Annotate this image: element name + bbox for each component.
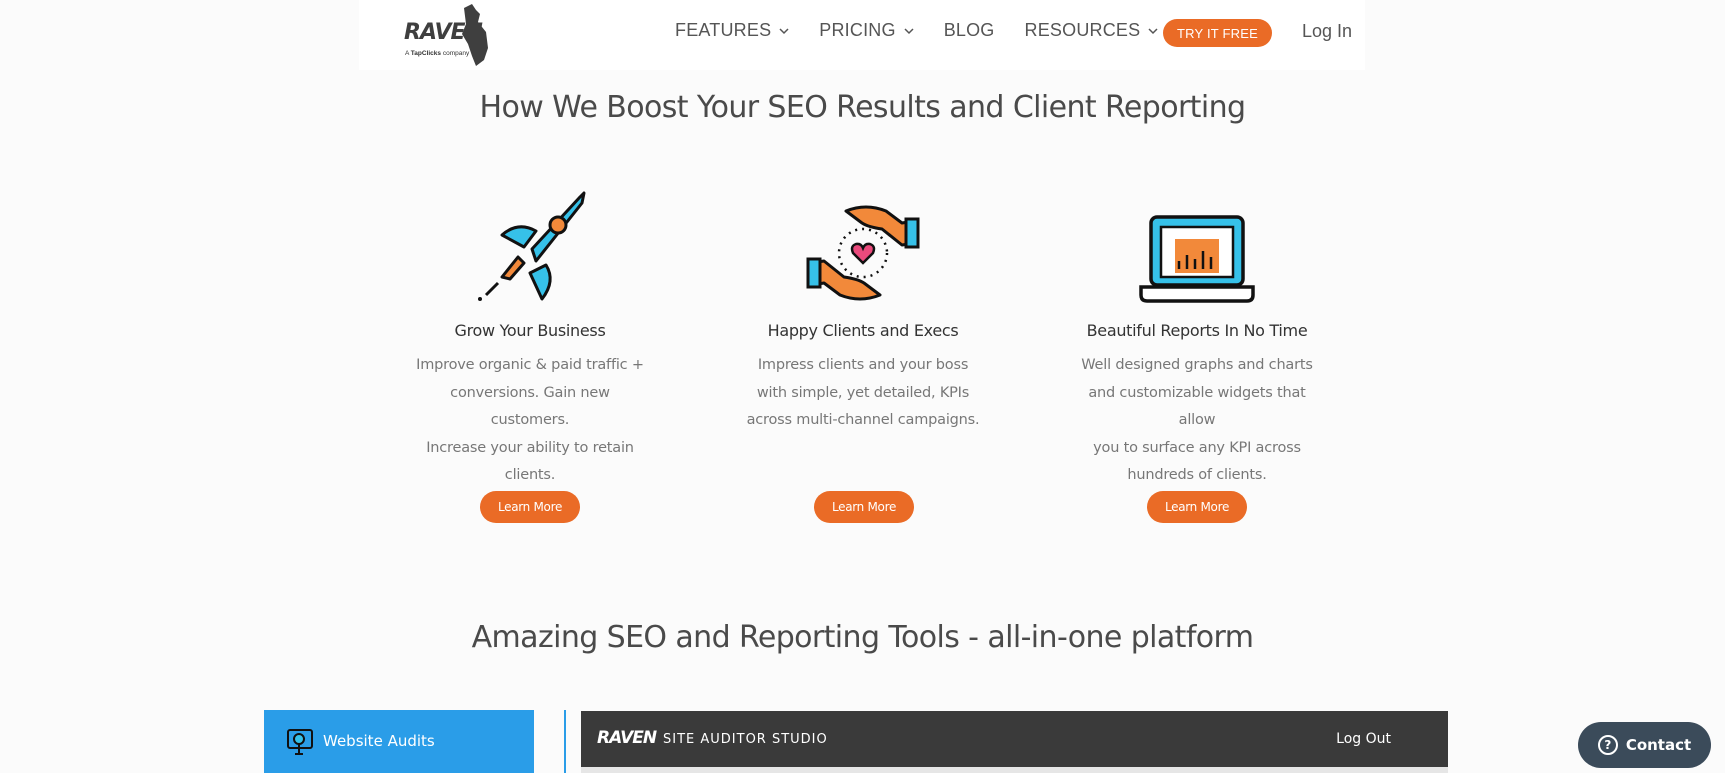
- tab-website-audits[interactable]: Website Audits: [264, 710, 534, 773]
- hands-heart-icon: [743, 185, 983, 303]
- studio-logo: RAVEN: [597, 728, 657, 748]
- login-link[interactable]: Log In: [1302, 21, 1352, 42]
- studio-title: SITE AUDITOR STUDIO: [663, 732, 828, 747]
- feature-description: Improve organic & paid traffic + convers…: [416, 357, 644, 483]
- question-icon: ?: [1597, 735, 1618, 755]
- learn-more-button[interactable]: Learn More: [1147, 491, 1247, 523]
- nav-item-features[interactable]: FEATURES: [675, 20, 789, 41]
- nav-menu: FEATURES PRICING BLOG RESOURCES: [675, 20, 1188, 41]
- nav-item-label: PRICING: [819, 20, 896, 40]
- logo-tagline: A TapClicks company: [405, 50, 470, 57]
- feature-title: Beautiful Reports In No Time: [1086, 321, 1308, 340]
- nav-item-label: RESOURCES: [1024, 20, 1141, 40]
- nav-item-blog[interactable]: BLOG: [944, 20, 995, 41]
- panel-divider: [564, 710, 566, 773]
- section-title-tools: Amazing SEO and Reporting Tools - all-in…: [471, 620, 1254, 655]
- studio-logout-link[interactable]: Log Out: [1336, 731, 1391, 747]
- feature-title: Happy Clients and Execs: [767, 321, 959, 340]
- contact-label: Contact: [1625, 736, 1692, 754]
- laptop-chart-icon: [1077, 185, 1317, 303]
- rocket-icon: [410, 185, 650, 303]
- section-title-boost: How We Boost Your SEO Results and Client…: [479, 90, 1247, 125]
- feature-description: Impress clients and your boss with simpl…: [746, 357, 980, 428]
- tab-label: Website Audits: [323, 732, 435, 750]
- monitor-magnifier-icon: [287, 729, 313, 755]
- nav-item-label: FEATURES: [675, 20, 772, 40]
- feature-card-grow: Grow Your Business Improve organic & pai…: [410, 185, 650, 490]
- try-it-free-button[interactable]: TRY IT FREE: [1163, 19, 1272, 47]
- top-navbar: RAVEN A TapClicks company FEATURES PRICI…: [359, 0, 1365, 70]
- site-auditor-header: RAVEN SITE AUDITOR STUDIO Log Out: [581, 711, 1448, 767]
- nav-item-resources[interactable]: RESOURCES: [1025, 20, 1159, 41]
- chevron-down-icon: [904, 27, 914, 34]
- contact-button[interactable]: ? Contact: [1578, 722, 1711, 768]
- feature-card-happy-clients: Happy Clients and Execs Impress clients …: [743, 185, 983, 435]
- raven-logo[interactable]: RAVEN A TapClicks company: [404, 4, 490, 66]
- feature-card-beautiful-reports: Beautiful Reports In No Time Well design…: [1077, 185, 1317, 490]
- feature-title: Grow Your Business: [454, 321, 606, 340]
- nav-item-label: BLOG: [943, 20, 995, 40]
- studio-content-strip: [581, 767, 1448, 773]
- learn-more-button[interactable]: Learn More: [480, 491, 580, 523]
- learn-more-button[interactable]: Learn More: [814, 491, 914, 523]
- nav-item-pricing[interactable]: PRICING: [819, 20, 914, 41]
- chevron-down-icon: [779, 27, 789, 34]
- feature-description: Well designed graphs and charts and cust…: [1081, 357, 1313, 483]
- chevron-down-icon: [1148, 27, 1158, 34]
